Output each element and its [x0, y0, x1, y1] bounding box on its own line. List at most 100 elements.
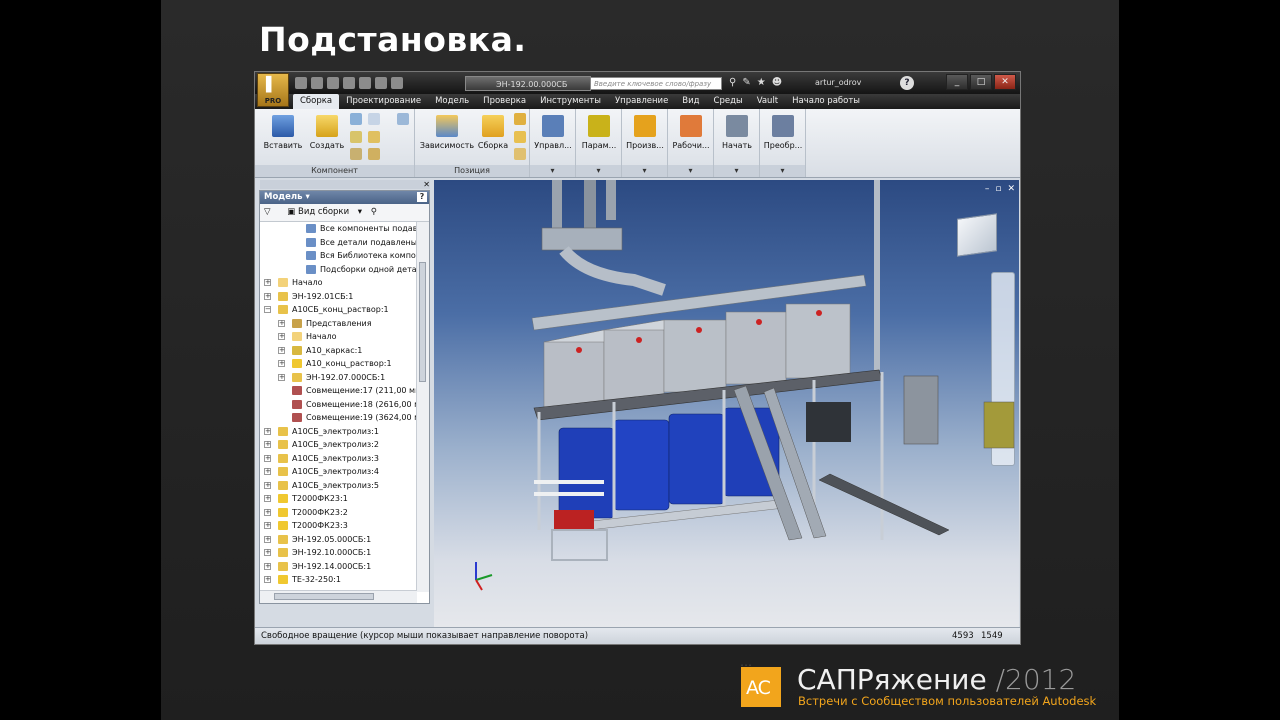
ribbon-button-4[interactable]: Начать — [715, 115, 759, 150]
tree-node[interactable]: + Т2000ФК23:1 — [260, 492, 417, 506]
print-icon[interactable] — [375, 77, 387, 89]
close-button[interactable]: ✕ — [994, 74, 1016, 90]
tab-6[interactable]: Вид — [675, 94, 706, 109]
wrench-icon[interactable]: ✎ — [742, 77, 750, 89]
username[interactable]: artur_odrov — [815, 78, 861, 87]
place-content-icon[interactable] — [350, 131, 362, 143]
assemble-button[interactable]: Сборка — [475, 115, 511, 150]
shrinkwrap-icon[interactable] — [350, 148, 362, 160]
expand-icon[interactable]: + — [264, 508, 271, 516]
maximize-button[interactable]: □ — [970, 74, 992, 90]
scroll-thumb[interactable] — [419, 262, 426, 382]
expand-icon[interactable]: + — [264, 549, 271, 556]
tree-node[interactable]: + Начало — [260, 276, 417, 290]
group-expand-icon-1[interactable]: ▾ — [576, 165, 621, 177]
tree-node[interactable]: + А10СБ_электролиз:2 — [260, 438, 417, 452]
group-expand-icon-3[interactable]: ▾ — [668, 165, 713, 177]
constraint-button[interactable]: Зависимость — [418, 115, 476, 150]
tree-node[interactable]: Совмещение:17 (211,00 мм) — [260, 384, 417, 398]
view-selector[interactable]: ▣ Вид сборки ▾ — [287, 207, 365, 217]
expand-icon[interactable]: + — [264, 576, 271, 583]
expand-icon[interactable]: + — [278, 360, 285, 367]
tab-7[interactable]: Среды — [707, 94, 750, 109]
browser-header[interactable]: Модель ▾ ? — [260, 191, 429, 204]
tree-node[interactable]: Все компоненты подавле — [260, 222, 417, 236]
undo-icon[interactable] — [343, 77, 355, 89]
collapse-icon[interactable]: − — [264, 306, 271, 313]
expand-icon[interactable]: + — [264, 495, 271, 502]
tree-node[interactable]: + А10СБ_электролиз:3 — [260, 452, 417, 466]
new-file-icon[interactable] — [295, 77, 307, 89]
tree-node[interactable]: Все детали подавлены — [260, 236, 417, 250]
expand-icon[interactable]: + — [264, 535, 271, 543]
tree-node[interactable]: + ЭН-192.10.000СБ:1 — [260, 546, 417, 560]
replace-icon[interactable] — [368, 131, 380, 143]
expand-icon[interactable]: + — [278, 373, 285, 381]
copy-icon[interactable] — [397, 113, 409, 125]
pattern-icon[interactable] — [350, 113, 362, 125]
tree-node[interactable]: + А10СБ_электролиз:5 — [260, 479, 417, 493]
application-menu-button[interactable]: ▌ PRO — [257, 73, 289, 107]
rotate-icon[interactable] — [514, 131, 526, 143]
tree-node[interactable]: + А10СБ_электролиз:1 — [260, 425, 417, 439]
tree-node[interactable]: − А10СБ_конц_раствор:1 — [260, 303, 417, 317]
create-button[interactable]: Создать — [307, 115, 347, 150]
find-binoculars-icon[interactable]: ⚲ — [371, 207, 377, 217]
browser-horizontal-scrollbar[interactable] — [260, 590, 417, 603]
mirror-icon[interactable] — [368, 113, 380, 125]
binoculars-icon[interactable]: ⚲ — [729, 77, 736, 89]
ribbon-button-0[interactable]: Управл... — [531, 115, 575, 150]
expand-icon[interactable]: + — [278, 346, 285, 354]
browser-help-icon[interactable]: ? — [417, 192, 427, 202]
filter-icon[interactable]: ▽ — [264, 207, 271, 217]
expand-icon[interactable]: + — [264, 522, 271, 529]
grip-snap-icon[interactable] — [514, 148, 526, 160]
tree-node[interactable]: + ЭН-192.14.000СБ:1 — [260, 560, 417, 574]
tree-node[interactable]: + Начало — [260, 330, 417, 344]
ribbon-button-5[interactable]: Преобр... — [761, 115, 805, 150]
tree-node[interactable]: + Представления — [260, 317, 417, 331]
tree-node[interactable]: + А10_каркас:1 — [260, 344, 417, 358]
expand-icon[interactable]: + — [264, 562, 271, 570]
group-expand-icon-5[interactable]: ▾ — [760, 165, 805, 177]
expand-icon[interactable]: + — [264, 454, 271, 462]
tree-node[interactable]: + А10СБ_электролиз:4 — [260, 465, 417, 479]
group-expand-icon-4[interactable]: ▾ — [714, 165, 759, 177]
tree-node[interactable]: Подсборки одной детал — [260, 263, 417, 277]
tree-node[interactable]: Вся Библиотека компоне — [260, 249, 417, 263]
search-input[interactable]: Введите ключевое слово/фразу — [590, 77, 722, 90]
tree-node[interactable]: + Т2000ФК23:3 — [260, 519, 417, 533]
expand-icon[interactable]: + — [264, 468, 271, 475]
ribbon-button-3[interactable]: Рабочи... — [669, 115, 713, 150]
document-tab[interactable]: ЭН-192.00.000СБ — [465, 76, 591, 91]
expand-icon[interactable]: + — [278, 319, 285, 327]
browser-title[interactable]: Модель ▾ — [264, 192, 310, 202]
insert-button[interactable]: Вставить — [263, 115, 303, 150]
tree-node[interactable]: + А10_конц_раствор:1 — [260, 357, 417, 371]
minimize-button[interactable]: _ — [946, 74, 968, 90]
help-icon[interactable]: ? — [900, 76, 914, 90]
save-icon[interactable] — [327, 77, 339, 89]
tab-0[interactable]: Сборка — [293, 94, 340, 109]
tree-node[interactable]: Совмещение:19 (3624,00 мм) — [260, 411, 417, 425]
tab-5[interactable]: Управление — [608, 94, 675, 109]
expand-icon[interactable]: + — [264, 427, 271, 435]
graphics-viewport[interactable]: – ▫ ✕ — [434, 180, 1019, 628]
expand-icon[interactable]: + — [278, 333, 285, 340]
tab-4[interactable]: Инструменты — [533, 94, 608, 109]
update-icon[interactable] — [391, 77, 403, 89]
hscroll-thumb[interactable] — [274, 593, 374, 600]
expand-icon[interactable]: + — [264, 481, 271, 489]
panel-close-icon[interactable]: ✕ — [423, 180, 430, 189]
tree-node[interactable]: Совмещение:18 (2616,00 мм) — [260, 398, 417, 412]
tree-node[interactable]: + ЭН-192.01СБ:1 — [260, 290, 417, 304]
ribbon-button-1[interactable]: Парам... — [577, 115, 621, 150]
tree-node[interactable]: + Т2000ФК23:2 — [260, 506, 417, 520]
user-icon[interactable]: ☻ — [772, 77, 782, 89]
tree-node[interactable]: + ЭН-192.05.000СБ:1 — [260, 533, 417, 547]
tab-1[interactable]: Проектирование — [339, 94, 428, 109]
expand-icon[interactable]: + — [264, 292, 271, 300]
move-icon[interactable] — [514, 113, 526, 125]
expand-icon[interactable]: + — [264, 279, 271, 286]
tree-node[interactable]: + ЭН-192.07.000СБ:1 — [260, 371, 417, 385]
